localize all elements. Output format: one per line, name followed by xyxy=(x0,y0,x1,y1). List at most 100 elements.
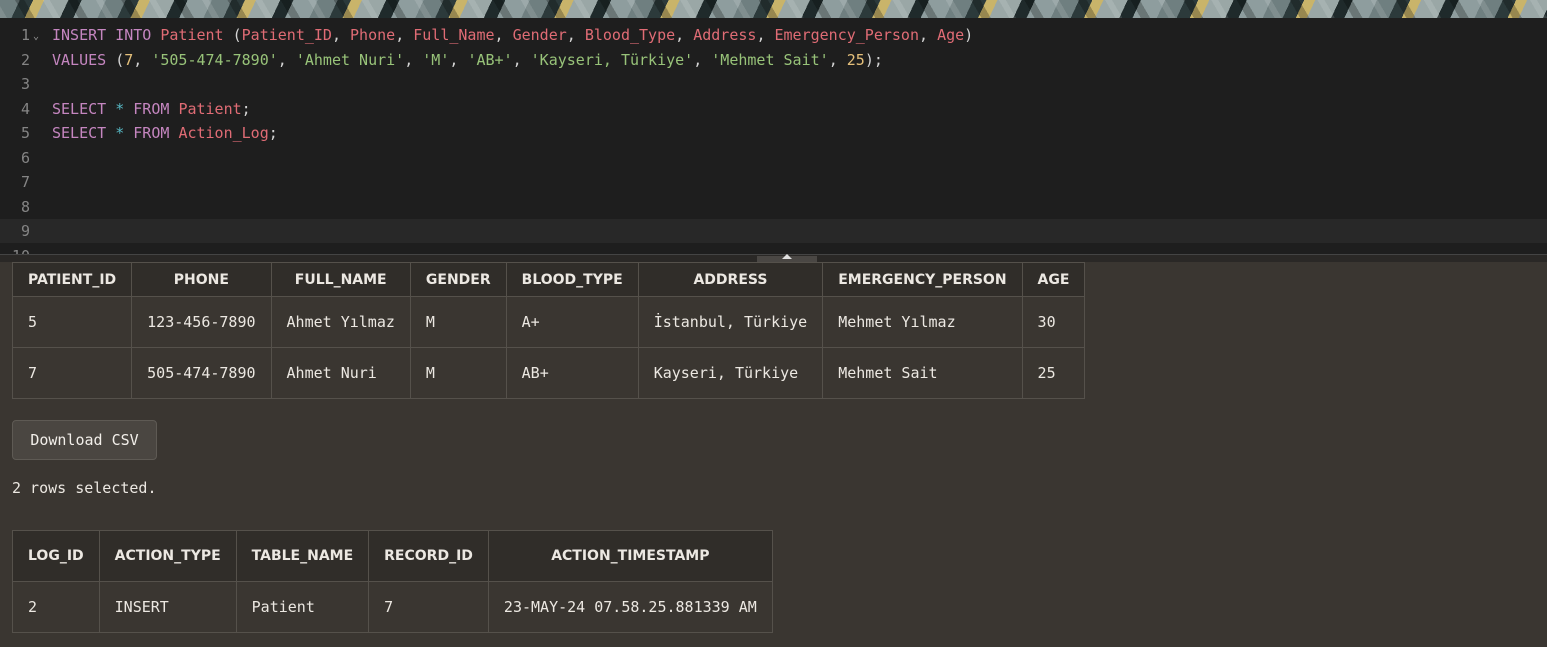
line-number: 5 xyxy=(20,124,30,142)
table-cell: İstanbul, Türkiye xyxy=(637,296,824,348)
code-token: INSERT INTO xyxy=(52,26,161,44)
code-token: Age xyxy=(937,26,965,44)
code-token: , xyxy=(404,50,423,69)
column-header[interactable]: PHONE xyxy=(131,262,272,297)
table-cell: 2 xyxy=(12,581,100,633)
code-token: 'Mehmet Sait' xyxy=(711,50,829,69)
code-token: , xyxy=(756,26,775,44)
code-token: Patient xyxy=(160,26,224,44)
code-token: ( xyxy=(106,50,125,69)
table-cell: A+ xyxy=(505,296,639,348)
code-token: , xyxy=(133,50,152,69)
code-token: 'Kayseri, Türkiye' xyxy=(530,50,694,69)
editor-line[interactable]: 7 xyxy=(0,170,1547,194)
code-token: , xyxy=(277,50,296,69)
editor-line[interactable]: 6 xyxy=(0,146,1547,170)
editor-line[interactable]: 1 ⌄ INSERT INTO Patient (Patient_ID, Phone… xyxy=(0,23,1547,47)
code-token: , xyxy=(919,26,938,44)
editor-line[interactable]: 4 SELECT * FROM Patient; xyxy=(0,97,1547,121)
code-token: , xyxy=(512,50,531,69)
column-header[interactable]: LOG_ID xyxy=(12,530,100,582)
code-token: , xyxy=(331,26,351,44)
column-header[interactable]: PATIENT_ID xyxy=(11,262,133,297)
table-cell: 23-MAY-24 07.58.25.881339 AM xyxy=(487,581,773,633)
table-row: 5 123-456-7890 Ahmet Yılmaz M A+ İstanbul, Tü… xyxy=(11,296,1086,348)
line-number: 8 xyxy=(20,197,30,216)
editor-line[interactable]: 10 xyxy=(0,244,1547,255)
code-token: 7 xyxy=(124,50,134,69)
download-csv-button[interactable]: Download CSV xyxy=(12,420,157,460)
code-token: Full_Name xyxy=(413,26,495,44)
code-token: , xyxy=(828,50,847,69)
editor-line[interactable]: 9 xyxy=(0,219,1547,243)
table-cell: 123-456-7890 xyxy=(131,296,272,348)
code-token: VALUES xyxy=(52,50,107,69)
column-header[interactable]: ACTION_TYPE xyxy=(98,530,237,582)
line-number: 10 xyxy=(0,244,30,255)
patient-result-table: PATIENT_ID PHONE FULL_NAME GENDER BLOOD_TYPE… xyxy=(11,262,1086,399)
table-cell: AB+ xyxy=(505,347,639,399)
column-header[interactable]: EMERGENCY_PERSON xyxy=(822,262,1023,297)
code-token: * xyxy=(115,99,125,118)
table-cell: M xyxy=(409,296,507,348)
sql-editor[interactable]: 1 ⌄ INSERT INTO Patient (Patient_ID, Phone… xyxy=(0,18,1547,254)
code-token: , xyxy=(494,26,513,44)
fold-chevron-icon[interactable]: ⌄ xyxy=(33,25,39,49)
editor-line[interactable]: 8 xyxy=(0,195,1547,219)
line-number: 2 xyxy=(20,50,30,69)
table-cell: Mehmet Sait xyxy=(822,347,1023,399)
table-cell: INSERT xyxy=(98,581,237,633)
table-cell: M xyxy=(409,347,507,399)
code-token: Patient_ID xyxy=(241,26,332,44)
code-token: , xyxy=(693,50,712,69)
pane-splitter[interactable] xyxy=(0,254,1547,262)
action-log-result-table: LOG_ID ACTION_TYPE TABLE_NAME RECORD_ID ACTI… xyxy=(12,530,773,633)
table-header-row: LOG_ID ACTION_TYPE TABLE_NAME RECORD_ID ACTI… xyxy=(12,530,773,582)
code-token: ) xyxy=(964,26,974,44)
column-header[interactable]: AGE xyxy=(1021,262,1086,297)
table-header-row: PATIENT_ID PHONE FULL_NAME GENDER BLOOD_TYPE… xyxy=(11,262,1086,297)
code-token: ; xyxy=(241,99,251,118)
table-cell: Ahmet Nuri xyxy=(270,347,411,399)
column-header[interactable]: GENDER xyxy=(409,262,507,297)
line-number: 1 xyxy=(20,26,30,44)
table-cell: 505-474-7890 xyxy=(131,347,272,399)
editor-line[interactable]: 5 SELECT * FROM Action_Log; xyxy=(0,121,1547,145)
code-token: 25 xyxy=(846,50,865,69)
code-token: Action_Log xyxy=(178,124,269,142)
code-token: , xyxy=(449,50,468,69)
code-token: SELECT xyxy=(52,124,116,142)
column-header[interactable]: FULL_NAME xyxy=(270,262,411,297)
line-number: 4 xyxy=(20,99,30,118)
column-header[interactable]: TABLE_NAME xyxy=(235,530,370,582)
column-header[interactable]: ADDRESS xyxy=(637,262,824,297)
code-text: INSERT INTO Patient (Patient_ID, Phone, … xyxy=(52,23,973,47)
code-token: '505-474-7890' xyxy=(151,50,278,69)
line-number: 6 xyxy=(20,148,30,167)
table-cell: Patient xyxy=(235,581,370,633)
code-token: 'Ahmet Nuri' xyxy=(295,50,405,69)
code-token: , xyxy=(395,26,414,44)
code-text: VALUES (7, '505-474-7890', 'Ahmet Nuri',… xyxy=(52,48,883,72)
code-token: ); xyxy=(864,50,883,69)
editor-line[interactable]: 2 VALUES (7, '505-474-7890', 'Ahmet Nuri'… xyxy=(0,48,1547,72)
code-token: Address xyxy=(693,26,757,44)
table-cell: 7 xyxy=(368,581,489,633)
table-cell: Mehmet Yılmaz xyxy=(822,296,1023,348)
column-header[interactable]: RECORD_ID xyxy=(368,530,489,582)
editor-line[interactable]: 3 xyxy=(0,72,1547,96)
column-header[interactable]: BLOOD_TYPE xyxy=(505,262,639,297)
table-cell: 30 xyxy=(1021,296,1086,348)
line-number: 9 xyxy=(20,222,30,240)
table-row: 2 INSERT Patient 7 23-MAY-24 07.58.25.881339… xyxy=(12,581,773,633)
table-cell: 7 xyxy=(11,347,133,399)
table-cell: Kayseri, Türkiye xyxy=(637,347,824,399)
column-header[interactable]: ACTION_TIMESTAMP xyxy=(487,530,773,582)
code-token: FROM xyxy=(124,124,179,142)
line-number: 3 xyxy=(20,75,30,93)
table-row: 7 505-474-7890 Ahmet Nuri M AB+ Kayseri, Türk… xyxy=(11,347,1086,399)
table-cell: 25 xyxy=(1021,347,1086,399)
code-token: Emergency_Person xyxy=(774,26,920,44)
code-token: Phone xyxy=(350,26,396,44)
table-cell: Ahmet Yılmaz xyxy=(270,296,411,348)
